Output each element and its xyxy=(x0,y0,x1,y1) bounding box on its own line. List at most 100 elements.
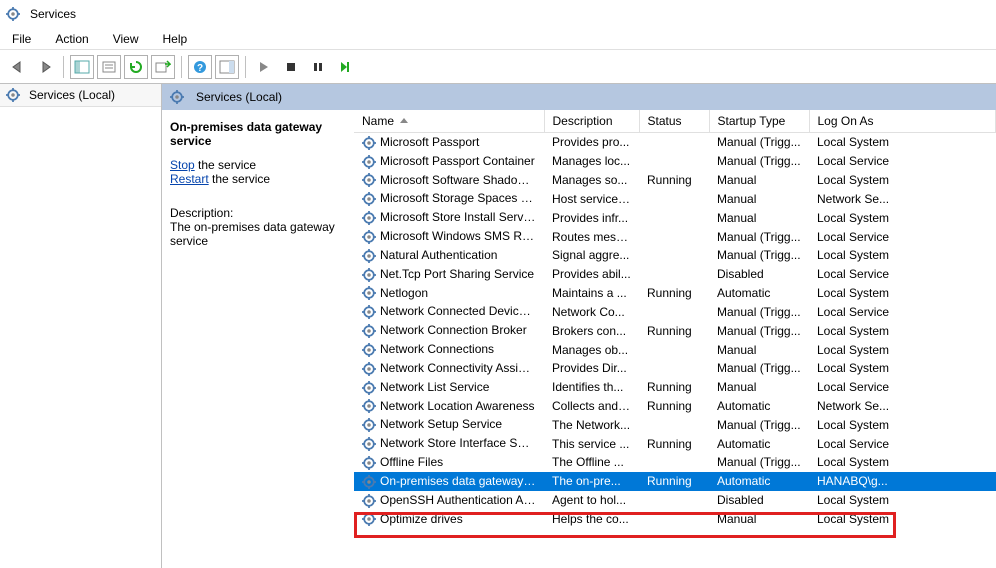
table-row[interactable]: Network Location AwarenessCollects and .… xyxy=(354,397,996,416)
service-name: Network Connectivity Assist... xyxy=(380,361,537,375)
service-status: Running xyxy=(639,321,709,340)
svg-text:?: ? xyxy=(197,63,203,74)
service-startup: Manual xyxy=(709,340,809,359)
service-logon: Local Service xyxy=(809,152,996,171)
table-row[interactable]: Microsoft Passport ContainerManages loc.… xyxy=(354,152,996,171)
menu-view[interactable]: View xyxy=(109,30,143,48)
service-description: Manages loc... xyxy=(544,152,639,171)
gear-icon xyxy=(362,211,376,225)
table-row[interactable]: Network ConnectionsManages ob...ManualLo… xyxy=(354,340,996,359)
table-row[interactable]: Network Connection BrokerBrokers con...R… xyxy=(354,321,996,340)
gear-icon xyxy=(362,512,376,526)
service-status: Running xyxy=(639,171,709,190)
toolbar-separator xyxy=(181,56,182,78)
table-row[interactable]: Microsoft Store Install ServiceProvides … xyxy=(354,208,996,227)
column-description[interactable]: Description xyxy=(544,110,639,133)
service-logon: Local Service xyxy=(809,378,996,397)
restart-link[interactable]: Restart xyxy=(170,172,209,186)
service-startup: Manual (Trigg... xyxy=(709,453,809,472)
service-description: Host service ... xyxy=(544,189,639,208)
table-row[interactable]: Microsoft Storage Spaces S... Host servic… xyxy=(354,189,996,208)
service-logon: Local Service xyxy=(809,434,996,453)
table-row[interactable]: Microsoft Windows SMS Ro...Routes mess..… xyxy=(354,227,996,246)
export-button[interactable] xyxy=(151,55,175,79)
service-name: On-premises data gateway s... xyxy=(380,474,543,488)
service-description: Manages ob... xyxy=(544,340,639,359)
action-pane-button[interactable] xyxy=(215,55,239,79)
service-logon: Local System xyxy=(809,359,996,378)
service-name: Network Setup Service xyxy=(380,417,502,431)
toolbar: ? xyxy=(0,50,996,84)
gear-icon xyxy=(362,475,376,489)
table-row[interactable]: On-premises data gateway s...The on-pre.… xyxy=(354,472,996,491)
service-status xyxy=(639,453,709,472)
column-status[interactable]: Status xyxy=(639,110,709,133)
service-logon: Local System xyxy=(809,510,996,529)
forward-button[interactable] xyxy=(33,55,57,79)
back-button[interactable] xyxy=(6,55,30,79)
column-logon[interactable]: Log On As xyxy=(809,110,996,133)
gear-icon xyxy=(362,286,376,300)
pause-service-button[interactable] xyxy=(306,55,330,79)
service-description: Maintains a ... xyxy=(544,284,639,303)
table-row[interactable]: Network Setup ServiceThe Network...Manua… xyxy=(354,415,996,434)
service-name: Microsoft Storage Spaces S... xyxy=(380,191,539,205)
menu-help[interactable]: Help xyxy=(159,30,192,48)
service-logon: Local Service xyxy=(809,265,996,284)
service-logon: Local Service xyxy=(809,302,996,321)
service-name: Offline Files xyxy=(380,455,443,469)
gear-icon xyxy=(362,381,376,395)
service-status xyxy=(639,133,709,152)
table-row[interactable]: Optimize drivesHelps the co...ManualLoca… xyxy=(354,510,996,529)
table-row[interactable]: Natural AuthenticationSignal aggre...Man… xyxy=(354,246,996,265)
table-row[interactable]: NetlogonMaintains a ...RunningAutomaticL… xyxy=(354,284,996,303)
stop-service-button[interactable] xyxy=(279,55,303,79)
service-startup: Manual (Trigg... xyxy=(709,133,809,152)
menubar: File Action View Help xyxy=(0,28,996,50)
service-logon: HANABQ\g... xyxy=(809,472,996,491)
table-row[interactable]: Network Connected Devices ...Network Co.… xyxy=(354,302,996,321)
restart-service-button[interactable] xyxy=(333,55,357,79)
service-logon: Local System xyxy=(809,340,996,359)
service-list[interactable]: Name Description Status Startup Type Log… xyxy=(354,110,996,568)
menu-action[interactable]: Action xyxy=(51,30,92,48)
table-row[interactable]: Network Store Interface Serv...This serv… xyxy=(354,434,996,453)
table-row[interactable]: Network List ServiceIdentifies th...Runn… xyxy=(354,378,996,397)
menu-file[interactable]: File xyxy=(8,30,35,48)
gear-icon xyxy=(362,173,376,187)
service-startup: Manual (Trigg... xyxy=(709,227,809,246)
service-description: Network Co... xyxy=(544,302,639,321)
table-row[interactable]: OpenSSH Authentication Ag...Agent to hol… xyxy=(354,491,996,510)
refresh-button[interactable] xyxy=(124,55,148,79)
table-row[interactable]: Net.Tcp Port Sharing ServiceProvides abi… xyxy=(354,265,996,284)
column-startup[interactable]: Startup Type xyxy=(709,110,809,133)
table-row[interactable]: Network Connectivity Assist...Provides D… xyxy=(354,359,996,378)
table-row[interactable]: Microsoft Software Shadow ...Manages so.… xyxy=(354,171,996,190)
table-row[interactable]: Offline FilesThe Offline ...Manual (Trig… xyxy=(354,453,996,472)
service-description: Identifies th... xyxy=(544,378,639,397)
service-startup: Manual xyxy=(709,378,809,397)
tree-root-label: Services (Local) xyxy=(29,88,115,102)
service-status: Running xyxy=(639,284,709,303)
tree-root-item[interactable]: Services (Local) xyxy=(0,84,161,107)
service-name: Optimize drives xyxy=(380,512,463,526)
gear-icon xyxy=(170,90,184,104)
service-status: Running xyxy=(639,434,709,453)
properties-button[interactable] xyxy=(97,55,121,79)
gear-icon xyxy=(362,399,376,413)
start-service-button[interactable] xyxy=(252,55,276,79)
service-startup: Automatic xyxy=(709,284,809,303)
table-row[interactable]: Microsoft PassportProvides pro...Manual … xyxy=(354,133,996,152)
service-logon: Local System xyxy=(809,284,996,303)
service-status: Running xyxy=(639,397,709,416)
gear-icon xyxy=(362,192,376,206)
service-name: Microsoft Windows SMS Ro... xyxy=(380,229,539,243)
service-status: Running xyxy=(639,378,709,397)
gear-icon xyxy=(6,88,20,102)
stop-link[interactable]: Stop xyxy=(170,158,195,172)
column-name[interactable]: Name xyxy=(354,110,544,133)
service-logon: Local System xyxy=(809,246,996,265)
show-hide-tree-button[interactable] xyxy=(70,55,94,79)
help-button[interactable]: ? xyxy=(188,55,212,79)
service-name: Network Connection Broker xyxy=(380,323,527,337)
